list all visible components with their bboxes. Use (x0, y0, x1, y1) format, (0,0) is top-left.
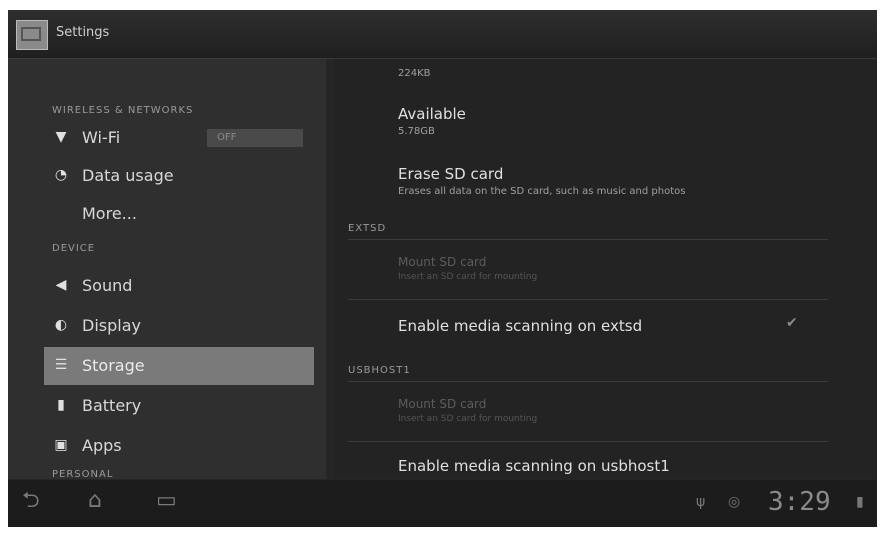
section-header-usbhost: USBHOST1 (348, 365, 411, 376)
display-icon: ◐ (54, 317, 68, 333)
check-icon[interactable]: ✔ (786, 315, 798, 331)
device-screen: Settings WIRELESS & NETWORKS ▼ Wi-Fi OFF… (8, 10, 877, 527)
sidebar-item-label: Battery (82, 396, 142, 415)
section-header-extsd: EXTSD (348, 223, 387, 234)
sidebar-item-label: Wi-Fi (82, 128, 121, 147)
sidebar-item-label: Sound (82, 276, 133, 295)
scan-extsd-label: Enable media scanning on extsd (398, 317, 643, 335)
sidebar-item-more[interactable]: More... (44, 195, 314, 233)
mount-extsd-subtitle: Insert an SD card for mounting (398, 272, 538, 282)
wifi-icon: ▼ (55, 129, 67, 145)
section-header-wireless: WIRELESS & NETWORKS (52, 105, 194, 116)
usb-icon: ψ (696, 494, 706, 510)
divider (348, 441, 828, 442)
divider (348, 381, 828, 382)
sidebar-item-label: Display (82, 316, 141, 335)
storage-icon: ☰ (54, 357, 68, 373)
scan-extsd-row[interactable]: Enable media scanning on extsd (398, 317, 818, 335)
back-icon[interactable]: ⮌ (22, 490, 40, 512)
mount-extsd-title: Mount SD card (398, 255, 487, 269)
battery-status-icon: ▮ (856, 494, 864, 510)
speaker-icon: ◀ (55, 277, 67, 293)
available-row: Available 5.78GB (398, 105, 818, 137)
sidebar-item-label: Storage (82, 356, 145, 375)
sidebar-item-battery[interactable]: ▮ Battery (44, 387, 314, 425)
mount-usb-row: Mount SD card Insert an SD card for moun… (398, 397, 818, 424)
scan-usb-label: Enable media scanning on usbhost1 (398, 457, 670, 475)
battery-icon: ▮ (57, 397, 65, 413)
apps-icon: ▣ (54, 437, 68, 453)
action-bar: Settings (8, 10, 877, 59)
status-clock: 3:29 (768, 487, 831, 517)
debug-icon: ◎ (728, 494, 741, 510)
sidebar-item-sound[interactable]: ◀ Sound (44, 267, 314, 305)
sidebar-item-label: More... (82, 204, 137, 223)
wifi-toggle[interactable]: OFF (207, 129, 303, 147)
section-header-device: DEVICE (52, 243, 96, 254)
recent-apps-icon[interactable]: ▭ (156, 490, 177, 512)
sidebar-item-label: Data usage (82, 166, 174, 185)
page-title: Settings (56, 25, 110, 40)
settings-sidebar: WIRELESS & NETWORKS ▼ Wi-Fi OFF ◔ Data u… (8, 59, 326, 480)
erase-sd-subtitle: Erases all data on the SD card, such as … (398, 186, 686, 197)
sidebar-item-display[interactable]: ◐ Display (44, 307, 314, 345)
mount-extsd-row: Mount SD card Insert an SD card for moun… (398, 255, 818, 282)
erase-sd-title: Erase SD card (398, 165, 504, 183)
available-value: 5.78GB (398, 126, 435, 137)
settings-app-icon[interactable] (16, 20, 48, 50)
erase-sd-row[interactable]: Erase SD card Erases all data on the SD … (398, 165, 818, 197)
mount-usb-subtitle: Insert an SD card for mounting (398, 414, 538, 424)
partial-row: 224KB (398, 65, 818, 79)
divider (348, 299, 828, 300)
sidebar-item-wifi[interactable]: ▼ Wi-Fi OFF (44, 119, 314, 157)
system-nav-bar: ⮌ ⌂ ▭ ψ ◎ 3:29 ▮ (8, 480, 877, 527)
available-title: Available (398, 105, 466, 123)
storage-panel: 224KB Available 5.78GB Erase SD card Era… (334, 59, 877, 479)
sidebar-item-apps[interactable]: ▣ Apps (44, 427, 314, 465)
home-icon[interactable]: ⌂ (88, 490, 102, 512)
divider (348, 239, 828, 240)
partial-value: 224KB (398, 68, 431, 79)
sidebar-item-storage[interactable]: ☰ Storage (44, 347, 314, 385)
scan-usb-row[interactable]: Enable media scanning on usbhost1 (398, 457, 818, 475)
data-usage-icon: ◔ (54, 167, 68, 183)
sidebar-item-data-usage[interactable]: ◔ Data usage (44, 157, 314, 195)
mount-usb-title: Mount SD card (398, 397, 487, 411)
section-header-personal: PERSONAL (52, 469, 114, 480)
sidebar-item-label: Apps (82, 436, 122, 455)
